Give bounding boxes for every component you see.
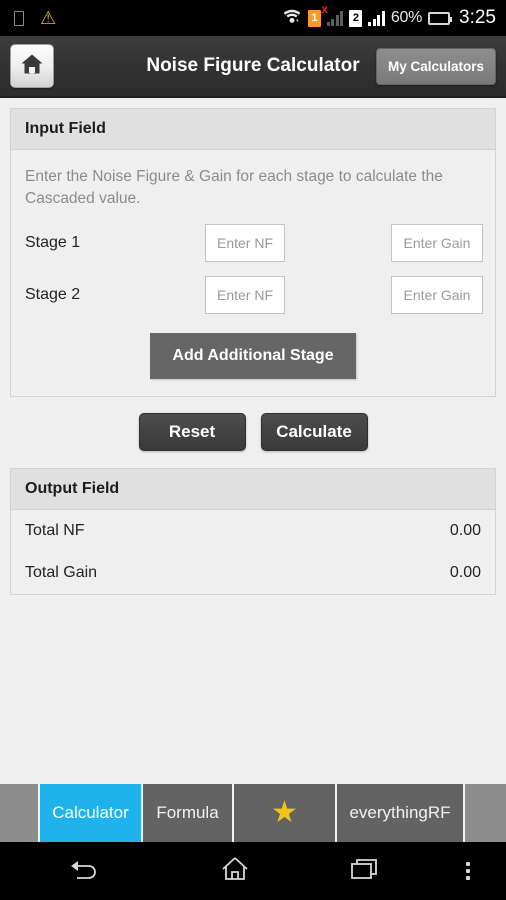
sim1-icon: 1 x [307,3,328,27]
home-icon [20,53,44,80]
wifi-icon [282,8,302,29]
battery-percent-label: 60% [390,9,423,26]
tab-calculator[interactable]: Calculator [38,784,143,842]
stage-1-gain-input[interactable] [391,223,483,262]
reset-button[interactable]: Reset [138,412,246,451]
add-additional-stage-button[interactable]: Add Additional Stage [150,332,356,379]
tab-calculator-label: Calculator [52,803,129,822]
star-icon: ★ [271,796,298,829]
status-bar-clock: 3:25 [459,7,496,28]
tab-bar-left-spacer [0,784,40,842]
input-field-body: Enter the Noise Figure & Gain for each s… [11,150,495,396]
stage-2-label: Stage 2 [25,285,81,303]
screenshot-icon [14,10,24,26]
android-nav-bar [0,842,506,900]
sim1-signal-icon [326,10,344,26]
sim2-label: 2 [352,11,359,24]
tab-bar-right-spacer [465,784,506,842]
sim1-label: 1 [311,11,318,24]
sim1-error-icon: x [321,1,328,16]
app-bar: Noise Figure Calculator My Calculators [0,36,506,98]
output-field-body: Total NF 0.00 Total Gain 0.00 [11,510,495,594]
output-field-header: Output Field [11,468,495,510]
stage-1-label: Stage 1 [25,233,81,251]
total-nf-value: 0.00 [449,521,481,539]
stage-2-nf-input[interactable] [205,275,285,314]
nav-back-button[interactable] [0,842,170,900]
stage-2-gain-input[interactable] [391,275,483,314]
sim2-icon: 2 [349,9,363,27]
status-bar-left: ⚠ [14,9,56,27]
tab-everythingrf-label: everythingRF [349,803,451,822]
stage-1-nf-input[interactable] [205,223,285,262]
bottom-tab-bar: Calculator Formula ★ everythingRF [0,784,506,842]
back-arrow-icon [68,856,102,887]
tab-formula[interactable]: Formula [141,784,234,842]
total-gain-label: Total Gain [25,563,98,581]
nav-overflow-menu-button[interactable] [430,842,506,900]
input-field-header: Input Field [11,109,495,150]
add-stage-container: Add Additional Stage [11,321,495,396]
status-bar: ⚠ 1 x 2 60% 3:25 [0,0,506,36]
output-field-panel: Output Field Total NF 0.00 Total Gain 0.… [10,467,496,595]
calculate-button[interactable]: Calculate [260,412,368,451]
app-home-button[interactable] [10,44,54,88]
total-gain-value: 0.00 [449,563,481,581]
tab-favorites[interactable]: ★ [232,784,337,842]
total-nf-label: Total NF [25,521,85,539]
battery-icon [428,11,453,25]
stage-row-2: Stage 2 [11,269,495,321]
my-calculators-button[interactable]: My Calculators [375,47,496,85]
phone-screen: ⚠ 1 x 2 60% 3:25 Noise Figure Calculator… [0,0,506,900]
warning-icon: ⚠ [40,8,57,28]
input-field-panel: Input Field Enter the Noise Figure & Gai… [10,108,496,397]
home-icon [220,855,250,888]
tab-formula-label: Formula [156,803,219,822]
recent-apps-icon [349,856,381,887]
nav-recent-apps-button[interactable] [300,842,430,900]
action-button-row: Reset Calculate [10,397,496,468]
output-row-total-gain: Total Gain 0.00 [11,552,495,594]
nav-home-button[interactable] [170,842,300,900]
status-bar-right: 1 x 2 60% 3:25 [282,3,496,29]
tab-everythingrf[interactable]: everythingRF [335,784,465,842]
output-row-total-nf: Total NF 0.00 [11,510,495,552]
sim2-signal-icon [368,10,385,26]
input-instructions: Enter the Noise Figure & Gain for each s… [25,168,443,208]
stage-row-1: Stage 1 [11,217,495,269]
main-content: Input Field Enter the Noise Figure & Gai… [0,98,506,784]
overflow-menu-icon [466,862,470,880]
